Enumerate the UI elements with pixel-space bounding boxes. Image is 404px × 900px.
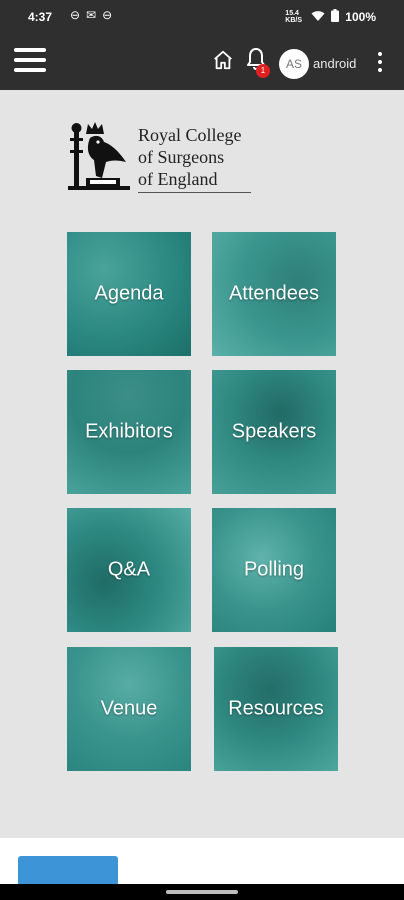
status-right: 15.4 KB/S 100%: [285, 9, 376, 25]
tile-label: Agenda: [94, 282, 164, 305]
tile-speakers[interactable]: Speakers: [212, 370, 336, 494]
tile-label: Q&A: [107, 558, 151, 581]
bottom-action-button[interactable]: [18, 856, 118, 886]
tile-venue[interactable]: Venue: [67, 647, 191, 771]
home-gesture-handle[interactable]: [166, 890, 238, 894]
college-name-line: Royal College: [138, 125, 242, 145]
notification-badge: 1: [256, 64, 270, 78]
college-name-line: of Surgeons: [138, 147, 225, 167]
status-bar: 4:37 ⊖ ✉ ⊖ 15.4 KB/S 100%: [0, 0, 404, 34]
tile-polling[interactable]: Polling: [212, 508, 336, 632]
tile-attendees[interactable]: Attendees: [212, 232, 336, 356]
battery-icon: [331, 9, 340, 25]
college-name: Royal College of Surgeons of England: [138, 124, 241, 190]
tile-exhibitors[interactable]: Exhibitors: [67, 370, 191, 494]
college-name-line: of England: [138, 169, 218, 189]
more-options-icon[interactable]: [376, 52, 384, 76]
tile-label: Exhibitors: [85, 420, 173, 443]
crest-icon: [68, 122, 130, 190]
avatar[interactable]: AS: [279, 49, 309, 79]
tile-label: Venue: [100, 697, 158, 720]
tile-qa[interactable]: Q&A: [67, 508, 191, 632]
menu-icon[interactable]: [14, 48, 46, 76]
mail-icon: ✉: [86, 8, 97, 22]
tile-label: Resources: [228, 697, 324, 720]
status-notification-icons: ⊖ ✉ ⊖: [70, 8, 112, 22]
sim-icon: ⊖: [70, 8, 81, 22]
app-bar: 1 AS android: [0, 34, 404, 90]
sim-icon: ⊖: [102, 8, 113, 22]
logo-divider: [138, 192, 251, 193]
wifi-icon: [311, 10, 325, 25]
username[interactable]: android: [313, 56, 356, 71]
tile-agenda[interactable]: Agenda: [67, 232, 191, 356]
home-icon[interactable]: [212, 49, 234, 76]
network-speed: 15.4 KB/S: [285, 10, 303, 24]
tile-label: Speakers: [231, 420, 317, 443]
battery-level: 100%: [345, 10, 376, 24]
tile-label: Polling: [243, 558, 305, 581]
tile-resources[interactable]: Resources: [214, 647, 338, 771]
tile-label: Attendees: [228, 282, 320, 305]
status-time: 4:37: [28, 10, 53, 24]
